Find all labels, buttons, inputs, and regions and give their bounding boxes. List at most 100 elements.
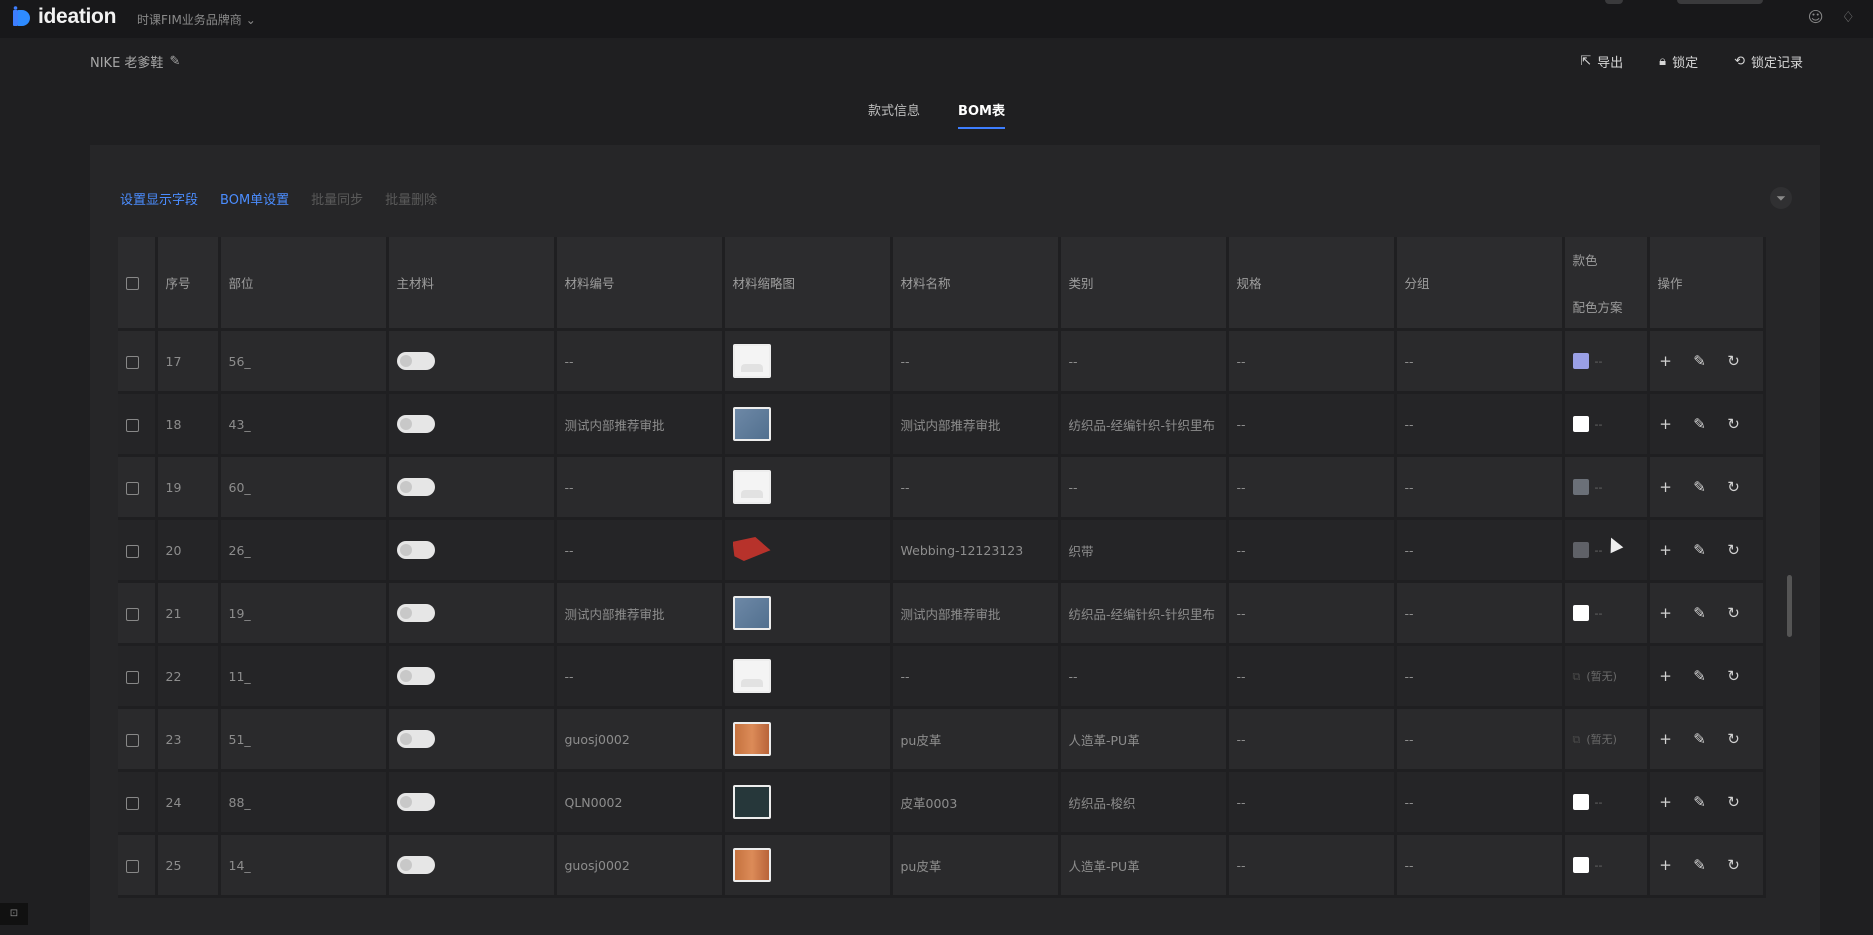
row-material-code: 测试内部推荐审批 [555,392,725,457]
row-index: 23 [156,707,221,772]
color-swatch[interactable] [1572,857,1589,874]
add-icon[interactable]: + [1658,352,1674,370]
edit-icon[interactable]: ✎ [1692,604,1708,622]
edit-icon[interactable]: ✎ [1692,730,1708,748]
edit-icon[interactable]: ✎ [1692,415,1708,433]
material-thumbnail[interactable] [732,470,771,504]
row-index: 19 [156,455,221,520]
image-placeholder-icon: ⧉ [1572,669,1581,683]
material-thumbnail[interactable] [732,407,771,441]
brand-switcher[interactable]: 时课FIM业务品牌商 ⌄ [137,11,256,28]
color-swatch[interactable] [1572,605,1589,622]
user-menu[interactable] [1677,0,1763,4]
material-thumbnail[interactable] [732,659,771,693]
row-color-cell: -- [1563,581,1650,646]
tab-bom[interactable]: BOM表 [958,100,1005,129]
main-material-toggle[interactable] [396,856,435,874]
main-material-toggle[interactable] [396,352,435,370]
select-all-checkbox[interactable] [126,277,139,290]
app-logo[interactable]: ideation [12,5,116,29]
color-swatch[interactable] [1572,479,1589,496]
material-thumbnail[interactable] [732,722,771,756]
color-swatch[interactable] [1572,542,1589,559]
table-row[interactable]: 21 19_ 测试内部推荐审批 测试内部推荐审批 纺织品-经编针织-针织里布 -- -- --… [118,581,1766,646]
row-checkbox[interactable] [126,670,139,684]
bell-icon[interactable]: ♢ [1842,8,1855,26]
filter-icon[interactable]: ⏷ [1770,187,1792,209]
add-icon[interactable]: + [1658,793,1674,811]
set-display-fields-button[interactable]: 设置显示字段 [120,189,198,208]
edit-icon[interactable]: ✎ [169,54,180,69]
edit-icon[interactable]: ✎ [1692,856,1708,874]
add-icon[interactable]: + [1658,730,1674,748]
main-material-toggle[interactable] [396,730,435,748]
add-icon[interactable]: + [1658,478,1674,496]
row-checkbox[interactable] [126,796,139,810]
material-thumbnail[interactable] [732,533,771,567]
tab-style-info[interactable]: 款式信息 [868,100,920,129]
table-row[interactable]: 18 43_ 测试内部推荐审批 测试内部推荐审批 纺织品-经编针织-针织里布 -- -- --… [118,392,1766,457]
main-material-toggle[interactable] [396,667,435,685]
sync-icon[interactable]: ↻ [1726,730,1742,748]
row-checkbox[interactable] [126,733,139,747]
table-row[interactable]: 19 60_ -- -- -- -- -- -- + ✎ ↻ [118,455,1766,520]
row-checkbox[interactable] [126,418,139,432]
corner-icon: ⊡ [0,903,28,925]
edit-icon[interactable]: ✎ [1692,541,1708,559]
edit-icon[interactable]: ✎ [1692,352,1708,370]
add-icon[interactable]: + [1658,415,1674,433]
edit-icon[interactable]: ✎ [1692,478,1708,496]
main-material-toggle[interactable] [396,541,435,559]
user-avatar[interactable] [1605,0,1623,4]
row-checkbox[interactable] [126,607,139,621]
sync-icon[interactable]: ↻ [1726,793,1742,811]
sync-icon[interactable]: ↻ [1726,541,1742,559]
main-material-toggle[interactable] [396,478,435,496]
color-swatch[interactable] [1572,416,1589,433]
add-icon[interactable]: + [1658,604,1674,622]
material-thumbnail[interactable] [732,344,771,378]
row-checkbox[interactable] [126,544,139,558]
lock-history-button[interactable]: ⟲ 锁定记录 [1734,52,1803,71]
row-checkbox[interactable] [126,859,139,873]
bom-settings-button[interactable]: BOM单设置 [220,189,289,208]
row-part: 56_ [219,329,389,394]
row-checkbox[interactable] [126,481,139,495]
material-thumbnail[interactable] [732,785,771,819]
row-spec: -- [1227,581,1397,646]
table-row[interactable]: 23 51_ guosj0002 pu皮革 人造革-PU革 -- -- ⧉ (暂无) + ✎ ↻ [118,707,1766,772]
row-color-cell: -- [1563,455,1650,520]
vertical-scrollbar[interactable] [1787,575,1792,637]
sync-icon[interactable]: ↻ [1726,478,1742,496]
batch-sync-button[interactable]: 批量同步 [311,189,363,208]
color-swatch[interactable] [1572,353,1589,370]
edit-icon[interactable]: ✎ [1692,667,1708,685]
edit-icon[interactable]: ✎ [1692,793,1708,811]
row-checkbox[interactable] [126,355,139,369]
row-part: 60_ [219,455,389,520]
message-icon[interactable]: ☺ [1808,8,1824,26]
material-thumbnail[interactable] [732,848,771,882]
table-row[interactable]: 17 56_ -- -- -- -- -- -- + ✎ ↻ [118,329,1766,394]
table-row[interactable]: 25 14_ guosj0002 pu皮革 人造革-PU革 -- -- -- + ✎ ↻ [118,833,1766,898]
add-icon[interactable]: + [1658,856,1674,874]
row-material-name: 皮革0003 [891,770,1061,835]
sync-icon[interactable]: ↻ [1726,352,1742,370]
sync-icon[interactable]: ↻ [1726,856,1742,874]
export-button[interactable]: ⇱ 导出 [1580,52,1623,71]
sync-icon[interactable]: ↻ [1726,415,1742,433]
main-material-toggle[interactable] [396,415,435,433]
table-row[interactable]: 24 88_ QLN0002 皮革0003 纺织品-梭织 -- -- -- + ✎ ↻ [118,770,1766,835]
color-swatch[interactable] [1572,794,1589,811]
add-icon[interactable]: + [1658,541,1674,559]
table-row[interactable]: 22 11_ -- -- -- -- -- ⧉ (暂无) + ✎ ↻ [118,644,1766,709]
sync-icon[interactable]: ↻ [1726,604,1742,622]
table-row[interactable]: 20 26_ -- Webbing-12123123 织带 -- -- -- + ✎ ↻ [118,518,1766,583]
add-icon[interactable]: + [1658,667,1674,685]
material-thumbnail[interactable] [732,596,771,630]
batch-delete-button[interactable]: 批量删除 [385,189,437,208]
main-material-toggle[interactable] [396,604,435,622]
lock-button[interactable]: 🔒︎ 锁定 [1659,52,1698,71]
sync-icon[interactable]: ↻ [1726,667,1742,685]
main-material-toggle[interactable] [396,793,435,811]
